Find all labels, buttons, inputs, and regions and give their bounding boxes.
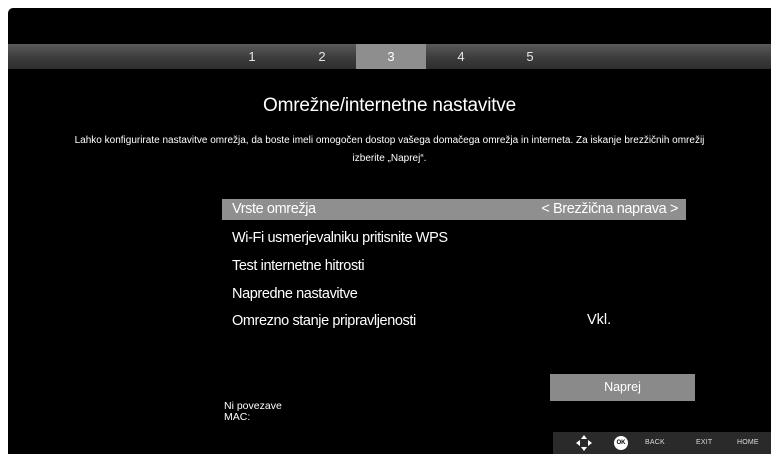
page-description: Lahko konfigurirate nastavitve omrežja, … xyxy=(74,135,705,164)
step-2: 2 xyxy=(318,49,326,64)
menu-item-network-standby[interactable]: Omrezno stanje pripravljenosti xyxy=(222,311,686,332)
network-type-value[interactable]: < Brezžična naprava > xyxy=(541,199,678,220)
mac-label: MAC: xyxy=(224,411,251,423)
menu-item-speed-test[interactable]: Test internetne hitrosti xyxy=(222,256,686,277)
wps-label: Wi-Fi usmerjevalniku pritisnite WPS xyxy=(232,230,448,246)
ok-button-icon: OK xyxy=(614,436,628,450)
exit-key-label: EXIT xyxy=(696,439,713,446)
step-4: 4 xyxy=(457,49,465,64)
tv-screen: 1 2 3 4 5 Omrežne/internetne nastavitve … xyxy=(8,8,771,454)
step-indicator: 1 2 3 4 5 xyxy=(8,44,771,69)
page-title: Omrežne/internetne nastavitve xyxy=(263,95,516,116)
menu-item-wps[interactable]: Wi-Fi usmerjevalniku pritisnite WPS xyxy=(222,228,686,249)
network-standby-label: Omrezno stanje pripravljenosti xyxy=(232,313,416,329)
connection-status: Ni povezave MAC: xyxy=(224,401,282,423)
speed-test-label: Test internetne hitrosti xyxy=(232,258,365,274)
step-1: 1 xyxy=(248,49,256,64)
menu-item-network-type[interactable]: Vrste omrežja < Brezžična naprava > xyxy=(222,199,686,220)
dpad-icon xyxy=(576,435,592,451)
step-3-active: 3 xyxy=(356,44,426,69)
network-type-label: Vrste omrežja xyxy=(232,201,316,217)
home-key-label: HOME xyxy=(737,439,759,446)
advanced-settings-label: Napredne nastavitve xyxy=(232,286,358,302)
back-key-label: BACK xyxy=(645,439,665,446)
remote-key-legend: OK BACK EXIT HOME xyxy=(553,432,771,454)
step-5: 5 xyxy=(526,49,534,64)
next-button[interactable]: Naprej xyxy=(550,374,695,401)
network-standby-value[interactable]: Vkl. xyxy=(587,312,611,328)
menu-item-advanced-settings[interactable]: Napredne nastavitve xyxy=(222,284,686,305)
